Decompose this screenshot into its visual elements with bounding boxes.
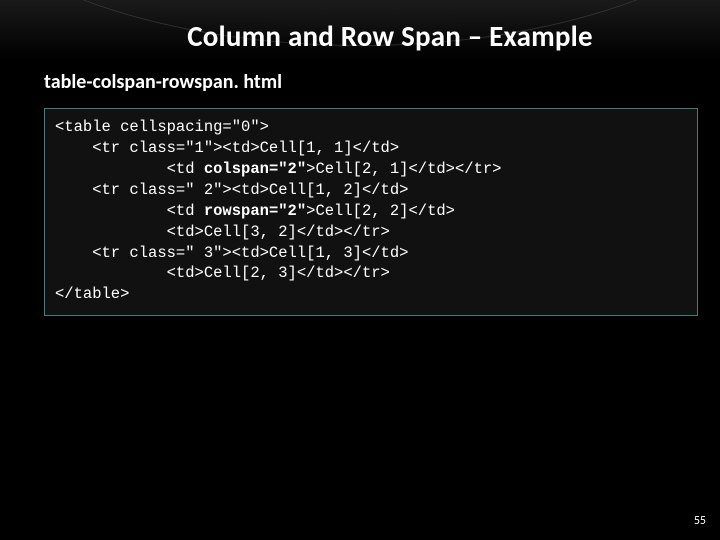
page-number: 55 bbox=[694, 514, 706, 528]
code-colspan-keyword: colspan="2" bbox=[204, 160, 306, 178]
code-box: <table cellspacing="0"> <tr class="1"><t… bbox=[44, 108, 698, 316]
code-line-5a: <td bbox=[55, 202, 204, 220]
slide-title: Column and Row Span – Example bbox=[0, 18, 720, 54]
code-line-2: <tr class="1"><td>Cell[1, 1]</td> bbox=[55, 139, 399, 157]
code-line-5c: >Cell[2, 2]</td> bbox=[306, 202, 455, 220]
code-line-3a: <td bbox=[55, 160, 204, 178]
slide-subtitle: table-colspan-rowspan. html bbox=[44, 70, 282, 94]
code-line-8: <td>Cell[2, 3]</td></tr> bbox=[55, 264, 390, 282]
code-line-7: <tr class=" 3"><td>Cell[1, 3]</td> bbox=[55, 244, 408, 262]
code-line-1: <table cellspacing="0"> bbox=[55, 118, 269, 136]
code-rowspan-keyword: rowspan="2" bbox=[204, 202, 306, 220]
code-line-6: <td>Cell[3, 2]</td></tr> bbox=[55, 223, 390, 241]
code-line-9: </table> bbox=[55, 285, 129, 303]
code-line-3c: >Cell[2, 1]</td></tr> bbox=[306, 160, 501, 178]
code-line-4: <tr class=" 2"><td>Cell[1, 2]</td> bbox=[55, 181, 408, 199]
